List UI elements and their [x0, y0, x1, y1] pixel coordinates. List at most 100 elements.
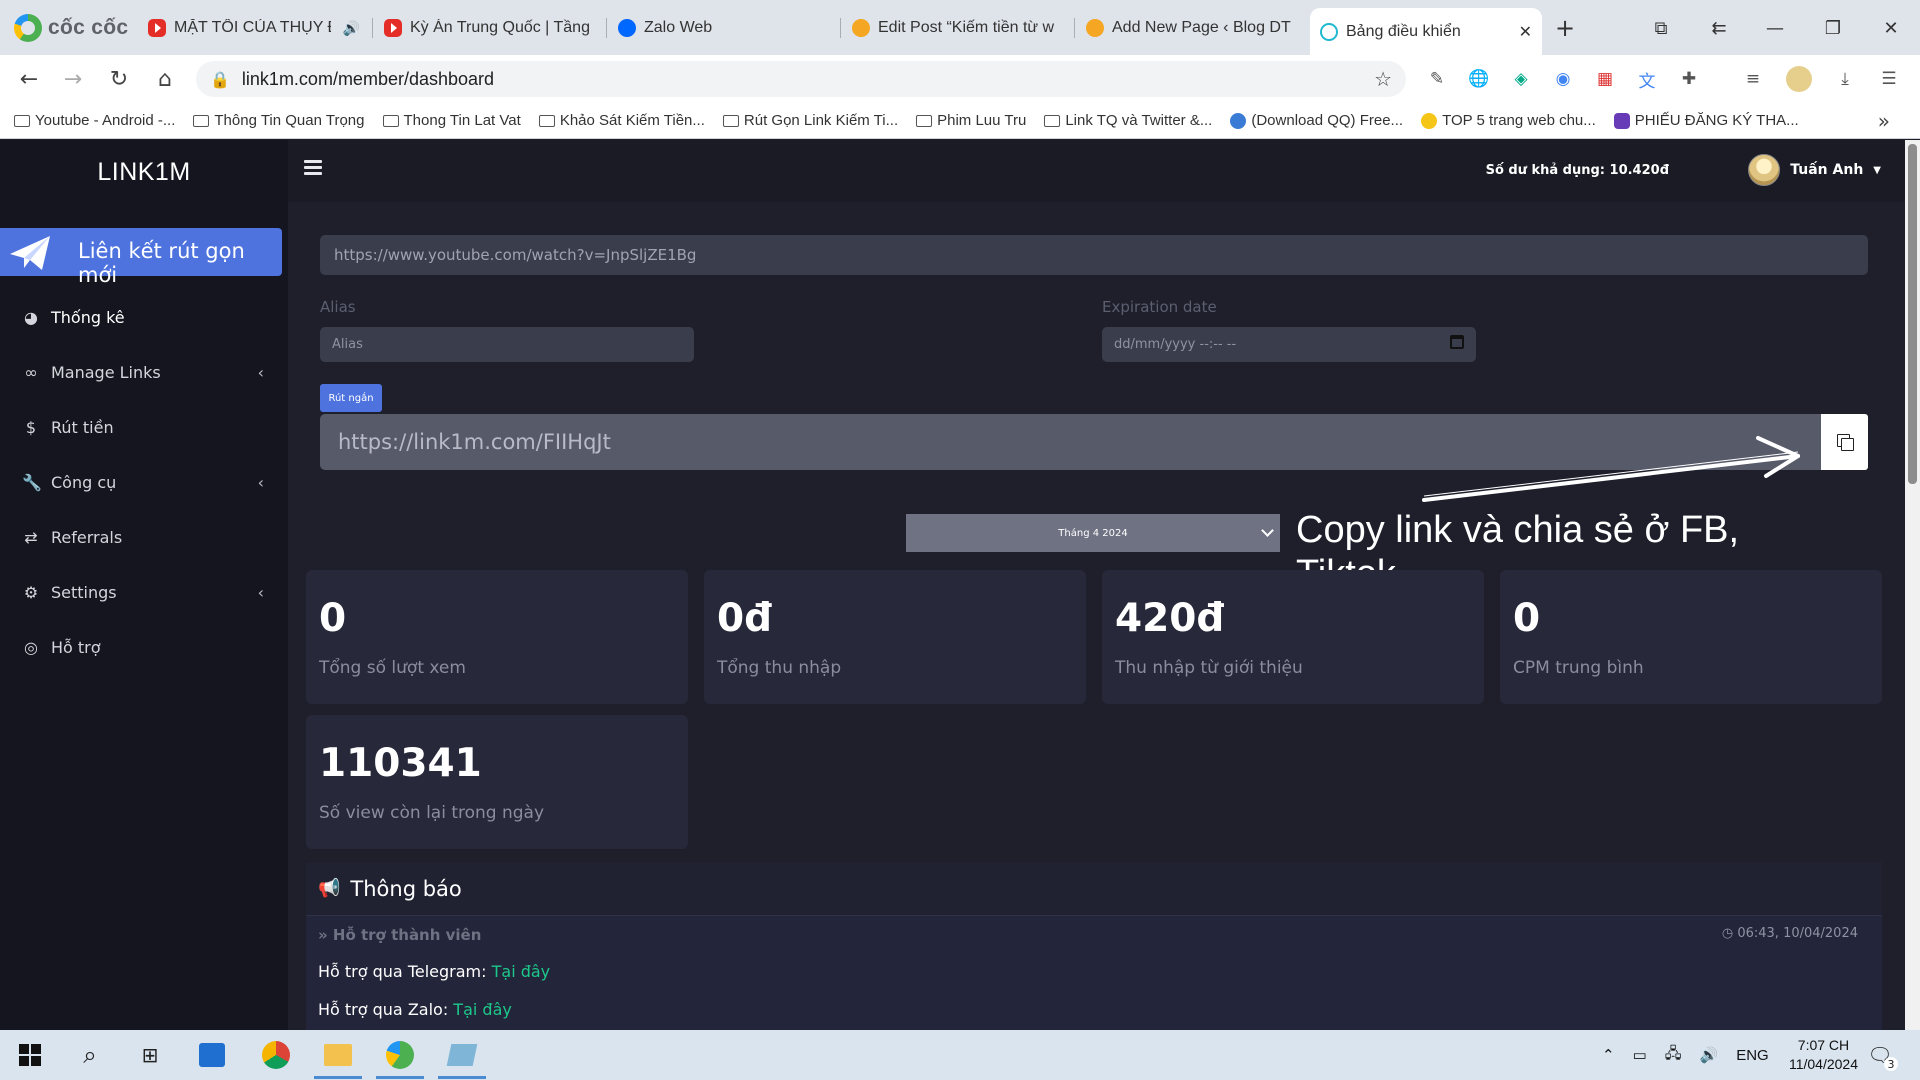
browser-tab-4[interactable]: Edit Post “Kiếm tiền từ w [842, 10, 1074, 46]
profile-avatar-icon[interactable] [1786, 66, 1812, 92]
windows-start-icon[interactable] [10, 1035, 50, 1075]
sidebar-item-referrals[interactable]: ⇄ Referrals [0, 510, 288, 565]
store-icon[interactable] [192, 1035, 232, 1075]
extension-feather-icon[interactable]: ✎ [1424, 66, 1450, 92]
bookmark-star-icon[interactable]: ☆ [1374, 67, 1392, 91]
battery-icon[interactable]: ▭ [1633, 1046, 1647, 1064]
sidebar-item-label: Settings [51, 583, 117, 602]
media-list-icon[interactable]: ≡ [1740, 66, 1766, 92]
shorten-button[interactable]: Rút ngắn [320, 384, 382, 412]
sidebar: LINK1M Liên kết rút gọn mới ◕ Thống kê ∞… [0, 140, 288, 1030]
extensions-puzzle-icon[interactable]: ✚ [1676, 66, 1702, 92]
url-omnibox[interactable]: 🔒 link1m.com/member/dashboard ☆ [196, 61, 1406, 97]
browser-tab-3[interactable]: Zalo Web [608, 10, 840, 46]
long-url-input[interactable]: https://www.youtube.com/watch?v=JnpSljZE… [320, 235, 1868, 275]
hamburger-menu-icon[interactable] [304, 160, 322, 178]
notebook-app-icon[interactable] [438, 1035, 486, 1079]
new-short-link-button[interactable]: Liên kết rút gọn mới [0, 228, 282, 287]
dollar-icon: $ [25, 418, 37, 437]
network-icon[interactable]: 🖧 [1665, 1043, 1682, 1068]
browser-brand[interactable]: cốc cốc [14, 13, 128, 43]
bookmark-item[interactable]: Thong Tin Lat Vat [382, 112, 521, 129]
site-logo[interactable]: LINK1M [0, 158, 288, 187]
reload-icon[interactable]: ↻ [102, 62, 136, 96]
browser-tab-strip: cốc cốc MẶT TỐI CỦA THỤY Đ 🔊 Kỳ Án Trung… [0, 0, 1920, 55]
bookmark-item[interactable]: PHIẾU ĐĂNG KÝ THA... [1613, 112, 1799, 129]
alias-input[interactable]: Alias [320, 327, 694, 362]
avatar [1748, 154, 1781, 186]
blog-icon [852, 19, 870, 37]
month-filter-select[interactable]: Tháng 4 2024 [906, 514, 1280, 552]
sidebar-item-manage-links[interactable]: ∞ Manage Links ‹ [0, 345, 288, 400]
stat-label: Tổng số lượt xem [319, 658, 466, 678]
sidebar-item-support[interactable]: ◎ Hỗ trợ [0, 620, 288, 675]
bookmark-item[interactable]: Rút Gọn Link Kiếm Ti... [722, 112, 898, 129]
taskbar-clock[interactable]: 7:07 CH 11/04/2024 [1789, 1036, 1858, 1074]
speaker-icon[interactable]: 🔊 [343, 20, 360, 37]
back-history-icon[interactable]: ⇇ [1696, 10, 1742, 46]
new-tab-button[interactable]: + [1542, 10, 1588, 46]
close-window-button[interactable]: ✕ [1868, 10, 1914, 46]
extension-chart-icon[interactable]: ▦ [1592, 66, 1618, 92]
extension-cube-icon[interactable]: ◈ [1508, 66, 1534, 92]
task-view-icon[interactable]: ⊞ [130, 1035, 170, 1075]
page-scrollbar[interactable] [1905, 140, 1920, 1030]
translate-icon[interactable]: 文 [1634, 66, 1660, 92]
scrollbar-thumb[interactable] [1908, 144, 1917, 484]
stat-card-referral-earnings: 420đ Thu nhập từ giới thiệu [1102, 570, 1484, 704]
back-arrow-icon[interactable]: ← [12, 62, 46, 96]
maximize-button[interactable]: ❐ [1810, 10, 1856, 46]
user-menu[interactable]: Tuấn Anh ▼ [1748, 154, 1881, 186]
search-icon[interactable]: ⌕ [70, 1035, 110, 1075]
download-icon[interactable]: ⤓ [1832, 66, 1858, 92]
bookmarks-overflow-icon[interactable]: » [1878, 109, 1890, 133]
youtube-icon [384, 19, 402, 37]
browser-menu-icon[interactable]: ☰ [1876, 66, 1902, 92]
bookmark-item[interactable]: TOP 5 trang web chu... [1421, 112, 1596, 129]
top-navbar: Số dư khả dụng: 10.420đ Tuấn Anh ▼ [288, 140, 1905, 202]
sidebar-item-withdraw[interactable]: $ Rút tiền [0, 400, 288, 455]
browser-tab-active[interactable]: Bảng điều khiển ✕ [1310, 8, 1542, 55]
chrome-icon[interactable] [256, 1035, 296, 1075]
expiration-date-input[interactable]: dd/mm/yyyy --:-- -- [1102, 327, 1476, 362]
file-explorer-icon[interactable] [314, 1035, 362, 1079]
volume-icon[interactable]: 🔊 [1700, 1046, 1719, 1064]
extension-globe-icon[interactable]: 🌐 [1466, 66, 1492, 92]
close-tab-icon[interactable]: ✕ [1519, 22, 1532, 42]
username: Tuấn Anh [1790, 162, 1864, 178]
browser-tab-5[interactable]: Add New Page ‹ Blog DT [1076, 10, 1308, 46]
extension-lens-icon[interactable]: ◉ [1550, 66, 1576, 92]
bookmark-item[interactable]: Thông Tin Quan Trọng [193, 112, 365, 129]
bookmark-item[interactable]: Khảo Sát Kiếm Tiền... [538, 112, 705, 129]
browser-tab-1[interactable]: MẶT TỐI CỦA THỤY Đ 🔊 [138, 10, 370, 46]
calendar-icon[interactable] [1450, 335, 1464, 349]
telegram-support-link[interactable]: Tại đây [492, 962, 551, 981]
sidebar-item-settings[interactable]: ⚙ Settings ‹ [0, 565, 288, 620]
url-text: link1m.com/member/dashboard [241, 68, 495, 89]
bookmark-item[interactable]: Link TQ và Twitter &... [1044, 112, 1212, 129]
minimize-button[interactable]: — [1752, 10, 1798, 46]
copy-button[interactable] [1821, 414, 1868, 470]
stat-label: Tổng thu nhập [717, 658, 842, 678]
tray-expand-icon[interactable]: ⌃ [1602, 1046, 1615, 1064]
stat-label: CPM trung bình [1513, 658, 1644, 678]
coccoc-taskbar-icon[interactable] [376, 1035, 424, 1079]
sidebar-item-label: Rút tiền [51, 418, 114, 437]
alias-label: Alias [320, 298, 356, 316]
language-indicator[interactable]: ENG [1736, 1047, 1769, 1064]
forward-arrow-icon[interactable]: → [56, 62, 90, 96]
screenshot-icon[interactable]: ⧉ [1638, 10, 1684, 46]
zalo-support-link[interactable]: Tại đây [453, 1000, 512, 1019]
bookmark-item[interactable]: Phim Luu Tru [916, 112, 1026, 129]
bookmark-label: Link TQ và Twitter &... [1065, 112, 1213, 129]
notice-title: Thông báo [350, 876, 462, 901]
bookmark-item[interactable]: Youtube - Android -... [14, 112, 175, 129]
browser-tab-2[interactable]: Kỳ Án Trung Quốc | Tầng [374, 10, 606, 46]
stat-value: 0 [319, 596, 347, 641]
chevron-left-icon: ‹ [257, 583, 264, 602]
sidebar-item-statistics[interactable]: ◕ Thống kê [0, 290, 288, 345]
sidebar-item-tools[interactable]: 🔧 Công cụ ‹ [0, 455, 288, 510]
home-icon[interactable]: ⌂ [148, 62, 182, 96]
notification-center-icon[interactable]: 🗨 3 [1860, 1035, 1900, 1075]
bookmark-item[interactable]: (Download QQ) Free... [1230, 112, 1403, 129]
